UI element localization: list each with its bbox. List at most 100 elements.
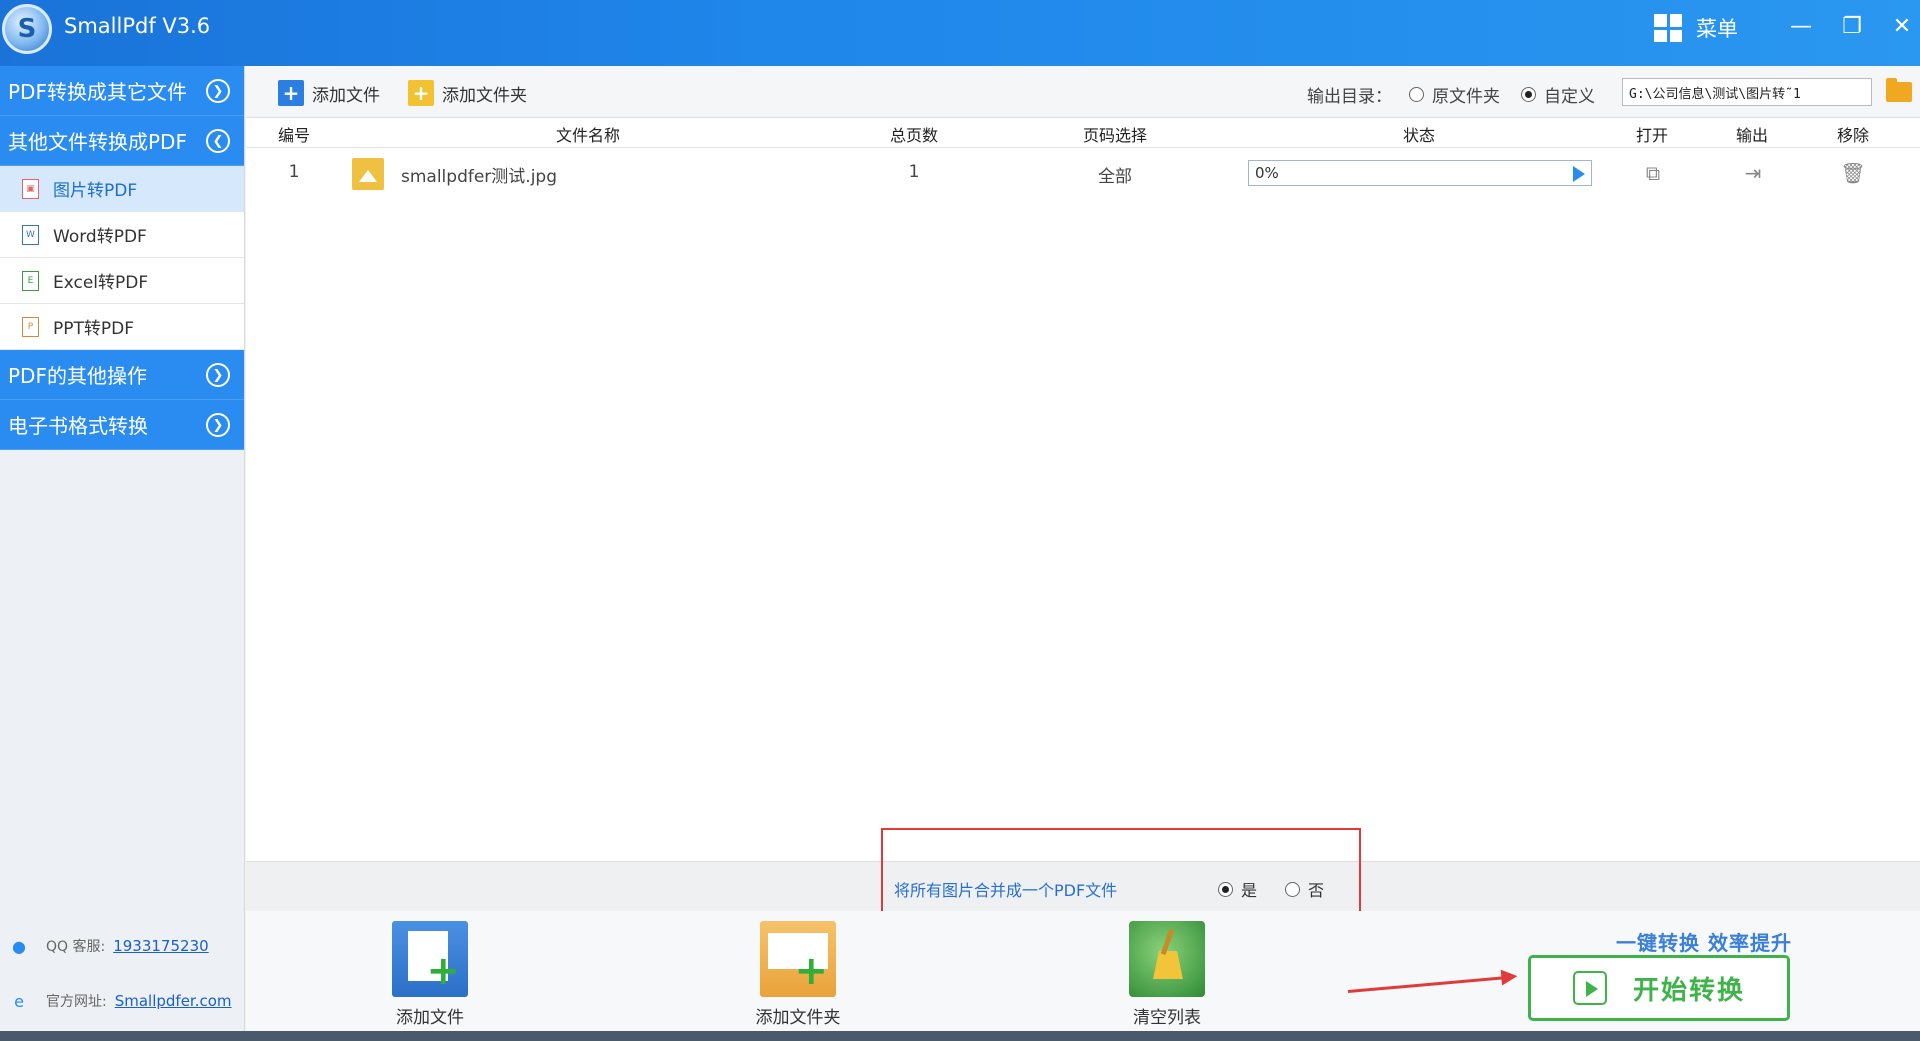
taskbar: [0, 1031, 1920, 1041]
radio-label: 自定义: [1544, 87, 1595, 107]
start-label: 开始转换: [1632, 975, 1745, 1006]
output-dir-label: 输出目录：: [1307, 87, 1392, 107]
broom-icon: [1129, 921, 1205, 997]
ie-browser-icon: e: [14, 991, 24, 1011]
sidebar-category-ebook[interactable]: 电子书格式转换 ❯: [0, 400, 244, 450]
radio-label: 原文件夹: [1432, 87, 1500, 107]
bottom-add-file-button[interactable]: + 添加文件: [375, 921, 485, 1028]
menu-button[interactable]: 菜单: [1654, 12, 1738, 44]
add-file-button[interactable]: + 添加文件: [278, 78, 380, 108]
add-file-icon: +: [278, 80, 304, 106]
word-file-icon: W: [22, 224, 39, 245]
category-label: PDF转换成其它文件: [8, 80, 187, 104]
output-original-radio[interactable]: 原文件夹: [1409, 82, 1500, 107]
chevron-right-icon: ❯: [206, 413, 230, 437]
toolbar: + 添加文件 + 添加文件夹 输出目录： 原文件夹 自定义: [246, 66, 1920, 118]
ppt-file-icon: P: [22, 316, 39, 337]
radio-selected-icon: [1218, 881, 1233, 897]
image-thumbnail-icon: [352, 158, 384, 190]
browse-folder-icon[interactable]: [1886, 78, 1912, 102]
radio-selected-icon: [1521, 87, 1536, 102]
sidebar-item-label: Word转PDF: [53, 227, 147, 247]
sidebar-item-image-to-pdf[interactable]: ▣ 图片转PDF: [0, 166, 244, 212]
chevron-right-icon: ❯: [206, 363, 230, 387]
grid-menu-icon: [1654, 14, 1682, 42]
qq-icon: ●: [12, 936, 26, 956]
add-folder-label: 添加文件夹: [442, 85, 527, 106]
merge-no-radio[interactable]: 否: [1285, 877, 1324, 901]
column-header: 移除: [1836, 126, 1870, 145]
sidebar-item-ppt-to-pdf[interactable]: P PPT转PDF: [0, 304, 244, 350]
play-icon: [1572, 971, 1607, 1005]
app-title: SmallPdf V3.6: [64, 14, 211, 38]
radio-icon: [1285, 881, 1300, 897]
sidebar-item-excel-to-pdf[interactable]: E Excel转PDF: [0, 258, 244, 304]
sidebar-item-label: PPT转PDF: [53, 319, 135, 339]
qq-number-link[interactable]: 1933175230: [113, 937, 208, 955]
column-header: 编号: [277, 126, 311, 145]
column-header: 状态: [1402, 126, 1436, 145]
add-file-label: 添加文件: [312, 85, 380, 106]
highlight-box: [881, 828, 1361, 918]
merge-yes-radio[interactable]: 是: [1218, 877, 1257, 901]
bottom-add-folder-button[interactable]: + 添加文件夹: [743, 921, 853, 1028]
progress-text: 0%: [1255, 164, 1279, 182]
page-range[interactable]: 全部: [1098, 162, 1132, 187]
merge-label: 将所有图片合并成一个PDF文件: [894, 881, 1118, 900]
sidebar: PDF转换成其它文件 ❯ 其他文件转换成PDF ❮ ▣ 图片转PDF W Wor…: [0, 66, 245, 1041]
output-path-input[interactable]: [1622, 78, 1872, 106]
button-label: 清空列表: [1133, 1008, 1201, 1028]
app-logo-icon: S: [2, 4, 52, 54]
sidebar-item-label: Excel转PDF: [53, 273, 149, 293]
column-header: 文件名称: [555, 126, 621, 145]
slogan: 一键转换 效率提升: [1616, 931, 1792, 955]
restore-button[interactable]: ❐: [1834, 8, 1870, 44]
add-folder-icon: +: [408, 80, 434, 106]
radio-label: 否: [1308, 881, 1325, 900]
category-label: 其他文件转换成PDF: [8, 130, 187, 154]
progress-bar[interactable]: 0%: [1248, 160, 1592, 186]
site-url-link[interactable]: Smallpdfer.com: [115, 992, 232, 1010]
column-header: 页码选择: [1082, 126, 1148, 145]
output-custom-radio[interactable]: 自定义: [1521, 82, 1595, 107]
clear-list-button[interactable]: 清空列表: [1112, 921, 1222, 1028]
start-convert-button[interactable]: 开始转换: [1528, 955, 1790, 1021]
chevron-down-icon: ❮: [206, 129, 230, 153]
minimize-button[interactable]: —: [1783, 8, 1819, 44]
trash-icon[interactable]: 🗑: [1840, 160, 1866, 186]
title-bar: S SmallPdf V3.6 菜单 — ❐ ✕: [0, 0, 1920, 66]
file-table: 编号 文件名称 总页数 页码选择 状态 打开 输出 移除 1 smallpdfe…: [246, 118, 1920, 861]
site-label: 官方网址:: [46, 994, 107, 1010]
sidebar-category-other-to-pdf[interactable]: 其他文件转换成PDF ❮: [0, 116, 244, 166]
button-label: 添加文件夹: [755, 1008, 841, 1028]
open-external-icon[interactable]: ⧉: [1640, 160, 1666, 186]
chevron-right-icon: ❯: [206, 79, 230, 103]
sidebar-category-pdf-other-ops[interactable]: PDF的其他操作 ❯: [0, 350, 244, 400]
output-icon[interactable]: ⇥: [1740, 160, 1766, 186]
button-label: 添加文件: [396, 1008, 464, 1028]
total-pages: 1: [908, 162, 920, 182]
play-icon[interactable]: [1573, 166, 1585, 182]
radio-icon: [1409, 87, 1424, 102]
column-header: 输出: [1735, 126, 1769, 145]
radio-label: 是: [1241, 881, 1258, 900]
sidebar-category-pdf-to-other[interactable]: PDF转换成其它文件 ❯: [0, 66, 244, 116]
image-file-icon: ▣: [22, 178, 39, 199]
column-header: 总页数: [889, 126, 939, 145]
menu-label: 菜单: [1696, 17, 1738, 41]
close-button[interactable]: ✕: [1884, 8, 1920, 44]
table-row[interactable]: 1 smallpdfer测试.jpg 1 全部 0% ⧉ ⇥ 🗑: [246, 148, 1920, 200]
row-index: 1: [288, 162, 300, 182]
excel-file-icon: E: [22, 270, 39, 291]
sidebar-item-label: 图片转PDF: [53, 181, 138, 201]
add-folder-large-icon: +: [760, 921, 836, 997]
add-file-large-icon: +: [392, 921, 468, 997]
category-label: 电子书格式转换: [8, 414, 148, 438]
table-header: 编号 文件名称 总页数 页码选择 状态 打开 输出 移除: [246, 118, 1920, 148]
qq-support: ● QQ 客服: 1933175230: [10, 936, 209, 956]
file-name: smallpdfer测试.jpg: [401, 167, 558, 187]
sidebar-item-word-to-pdf[interactable]: W Word转PDF: [0, 212, 244, 258]
qq-label: QQ 客服:: [46, 939, 106, 955]
official-site: e 官方网址: Smallpdfer.com: [10, 991, 232, 1011]
add-folder-button[interactable]: + 添加文件夹: [408, 78, 527, 108]
